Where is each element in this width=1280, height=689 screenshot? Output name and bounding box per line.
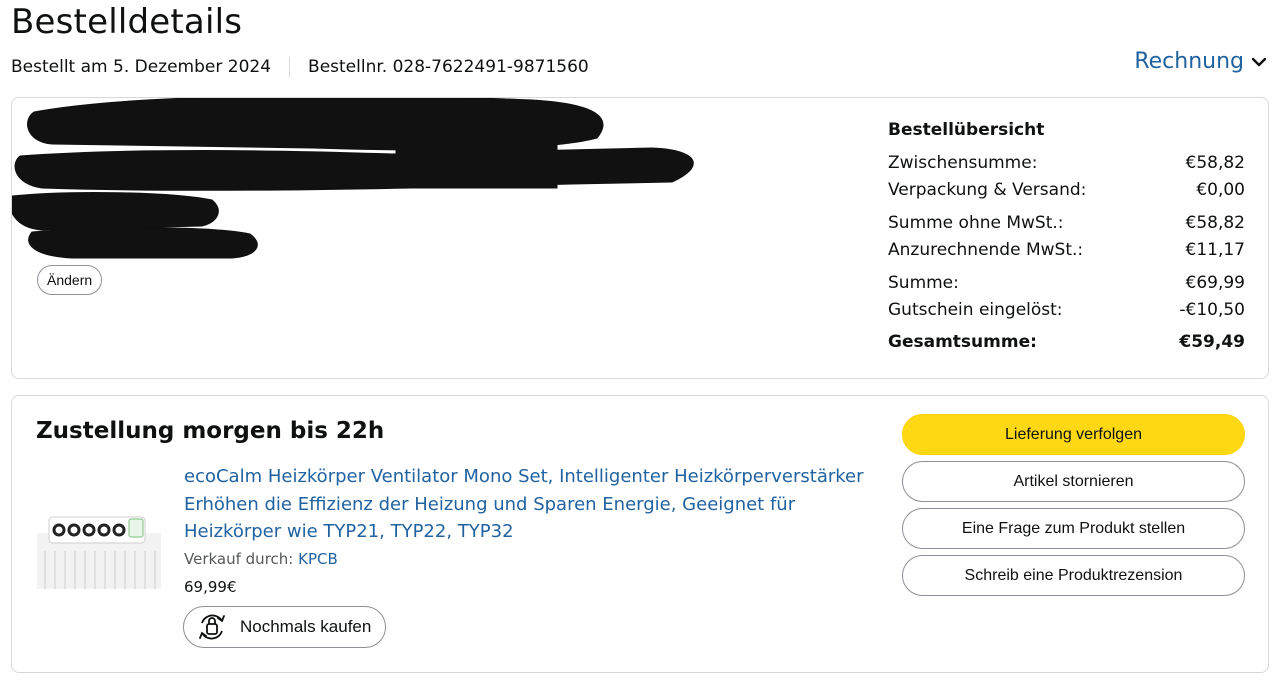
summary-row-net: Summe ohne MwSt.: €58,82 [888, 209, 1245, 236]
cancel-item-button[interactable]: Artikel stornieren [902, 461, 1245, 502]
summary-row-shipping: Verpackung & Versand: €0,00 [888, 176, 1245, 203]
ask-question-button[interactable]: Eine Frage zum Produkt stellen [902, 508, 1245, 549]
order-meta: Bestellt am 5. Dezember 2024 Bestellnr. … [11, 57, 589, 77]
summary-value: €58,82 [1185, 212, 1245, 233]
summary-label: Verpackung & Versand: [888, 179, 1087, 200]
summary-title: Bestellübersicht [888, 120, 1045, 140]
product-title-link[interactable]: ecoCalm Heizkörper Ventilator Mono Set, … [184, 463, 884, 546]
order-summary: Bestellübersicht Zwischensumme: €58,82 V… [888, 120, 1245, 355]
summary-label: Anzurechnende MwSt.: [888, 239, 1084, 260]
delivery-title: Zustellung morgen bis 22h [36, 418, 385, 444]
track-delivery-button[interactable]: Lieferung verfolgen [902, 414, 1245, 455]
order-date: Bestellt am 5. Dezember 2024 [11, 57, 272, 77]
invoice-label: Rechnung [1134, 49, 1244, 74]
write-review-button[interactable]: Schreib eine Produktrezension [902, 555, 1245, 596]
seller-prefix: Verkauf durch: [184, 550, 294, 568]
chevron-down-icon [1251, 57, 1267, 66]
product-price: 69,99€ [184, 578, 237, 596]
summary-total-value: €59,49 [1179, 331, 1245, 352]
delivery-card: Zustellung morgen bis 22h ecoCalm Heizkö… [11, 395, 1269, 673]
summary-row-coupon: Gutschein eingelöst: -€10,50 [888, 296, 1245, 323]
invoice-dropdown[interactable]: Rechnung [1134, 49, 1268, 74]
redaction-scribble [12, 98, 694, 259]
summary-total-label: Gesamtsumme: [888, 331, 1037, 352]
summary-value: €11,17 [1185, 239, 1245, 260]
meta-divider [289, 57, 291, 77]
summary-value: €69,99 [1185, 272, 1245, 293]
summary-row-total: Gesamtsumme: €59,49 [888, 328, 1245, 355]
product-image[interactable] [37, 511, 161, 589]
page-title: Bestelldetails [11, 2, 243, 42]
order-number: Bestellnr. 028-7622491-9871560 [308, 57, 589, 77]
summary-row-sum: Summe: €69,99 [888, 269, 1245, 296]
buy-again-label: Nochmals kaufen [240, 617, 372, 636]
summary-value: €58,82 [1185, 152, 1245, 173]
buy-again-button[interactable]: Nochmals kaufen [183, 606, 387, 648]
summary-label: Zwischensumme: [888, 152, 1038, 173]
buy-again-icon [199, 614, 225, 640]
summary-label: Summe: [888, 272, 959, 293]
summary-value: €0,00 [1196, 179, 1245, 200]
summary-label: Summe ohne MwSt.: [888, 212, 1064, 233]
change-address-button[interactable]: Ändern [37, 265, 103, 295]
summary-row-vat: Anzurechnende MwSt.: €11,17 [888, 236, 1245, 263]
order-info-card: Ändern Bestellübersicht Zwischensumme: €… [11, 97, 1269, 379]
summary-value: -€10,50 [1179, 299, 1245, 320]
summary-label: Gutschein eingelöst: [888, 299, 1063, 320]
seller-link[interactable]: KPCB [298, 550, 338, 568]
summary-row-subtotal: Zwischensumme: €58,82 [888, 149, 1245, 176]
delivery-actions: Lieferung verfolgen Artikel stornieren E… [902, 414, 1245, 602]
seller-row: Verkauf durch: KPCB [184, 550, 338, 568]
